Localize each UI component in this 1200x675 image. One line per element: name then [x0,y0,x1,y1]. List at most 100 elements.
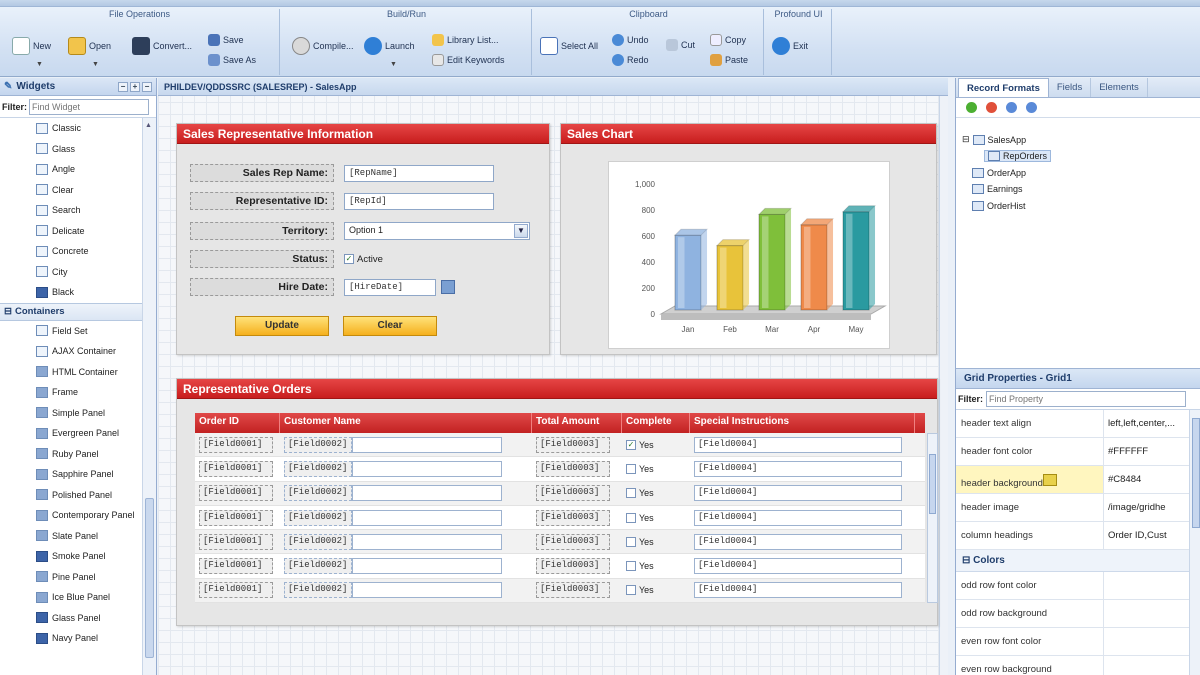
order-id-cell[interactable]: [Field0001] [199,460,273,477]
property-value[interactable]: Order ID,Cust [1108,530,1167,541]
property-row[interactable]: header font color #FFFFFF [956,438,1200,466]
properties-scrollbar[interactable] [1189,410,1200,675]
library-list-button[interactable]: Library List... [432,34,499,46]
property-search-input[interactable] [986,391,1187,407]
design-canvas[interactable]: PHILDEV/QDDSSRC (SALESREP) - SalesApp Sa… [158,78,948,675]
widget-item[interactable]: HTML Container [0,362,142,383]
grid-scrollbar[interactable] [927,433,938,603]
orders-grid[interactable]: Order ID Customer Name Total Amount Comp… [195,413,938,604]
tree-node-salesapp[interactable]: ⊟ SalesApp [962,134,1026,145]
checkbox-icon[interactable] [626,561,636,572]
table-row[interactable]: [Field0001] [Field0002] [Field0003] Yes [Fie… [195,554,925,579]
customer-name-cell[interactable]: [Field0002] [284,460,352,477]
property-value[interactable] [1104,572,1186,599]
rep-id-input[interactable]: [RepId] [344,192,494,210]
select-all-button[interactable]: Select All [540,37,598,55]
property-value[interactable]: /image/gridhe [1108,502,1166,513]
checkbox-icon[interactable] [626,585,636,596]
cut-button[interactable]: Cut [666,39,695,51]
order-id-cell[interactable]: [Field0001] [199,485,273,502]
calendar-icon[interactable] [441,280,455,294]
widget-item[interactable]: Search [0,200,142,221]
collapse-icon[interactable]: ⊟ [962,134,970,145]
widget-item[interactable]: Contemporary Panel [0,505,142,526]
copy-button[interactable]: Copy [710,34,746,46]
order-id-cell[interactable]: [Field0001] [199,533,273,550]
widget-item[interactable]: Angle [0,159,142,180]
customer-name-field[interactable] [352,533,502,550]
tab-record-formats[interactable]: Record Formats [958,78,1049,97]
checkbox-icon[interactable] [626,536,636,547]
move-down-icon[interactable] [1026,102,1037,113]
widget-item[interactable]: Glass Panel [0,608,142,629]
sales-chart-panel[interactable]: Sales Chart 0 200 400 600 800 1,000 Jan Feb Mar A… [560,123,937,355]
add-icon[interactable] [966,102,977,113]
total-amount-cell[interactable]: [Field0003] [536,582,610,599]
scrollbar-thumb[interactable] [145,498,154,658]
collapse-icon[interactable]: ⊟ [962,555,973,566]
sales-rep-info-panel[interactable]: Sales Representative Information Sales R… [176,123,550,355]
property-row[interactable]: odd row font color [956,572,1200,600]
total-amount-cell[interactable]: [Field0003] [536,485,610,502]
customer-name-cell[interactable]: [Field0002] [284,533,352,550]
widget-item[interactable]: Ruby Panel [0,444,142,465]
special-instructions-cell[interactable]: [Field0004] [694,509,902,526]
order-id-cell[interactable]: [Field0001] [199,509,273,526]
property-value[interactable]: #C8484 [1108,474,1141,485]
property-value[interactable] [1104,656,1186,675]
property-value[interactable] [1104,600,1186,627]
hire-date-input[interactable]: [HireDate] [344,278,436,296]
convert-button[interactable]: Convert... [132,37,192,55]
table-row[interactable]: [Field0001] [Field0002] [Field0003] ✓ Yes [Fi… [195,433,925,458]
widget-item[interactable]: City [0,262,142,283]
checkbox-icon[interactable] [626,488,636,499]
chevron-down-icon[interactable]: ▼ [390,61,397,68]
chevron-down-icon[interactable]: ▼ [36,61,43,68]
property-value[interactable]: #FFFFFF [1108,446,1148,457]
territory-select[interactable]: Option 1 ▼ [344,222,530,240]
widget-item[interactable]: Classic [0,118,142,139]
widget-item[interactable]: Pine Panel [0,567,142,588]
collapse-icon[interactable]: ⊟ [4,306,12,317]
total-amount-cell[interactable]: [Field0003] [536,533,610,550]
table-row[interactable]: [Field0001] [Field0002] [Field0003] Yes [Fie… [195,481,925,506]
special-instructions-cell[interactable]: [Field0004] [694,460,902,477]
special-instructions-cell[interactable]: [Field0004] [694,582,902,599]
property-value[interactable]: left,left,center,... [1108,418,1175,429]
total-amount-cell[interactable]: [Field0003] [536,436,610,453]
color-picker-icon[interactable] [1042,474,1057,486]
customer-name-field[interactable] [352,582,502,599]
move-up-icon[interactable] [1006,102,1017,113]
clear-button[interactable]: Clear [343,316,437,336]
widget-item[interactable]: Black [0,282,142,303]
property-row[interactable]: even row background [956,656,1200,675]
checkbox-icon[interactable]: ✓ [344,254,354,264]
widget-item[interactable]: AJAX Container [0,341,142,362]
property-row[interactable]: column headings Order ID,Cust [956,522,1200,550]
order-id-cell[interactable]: [Field0001] [199,582,273,599]
tab-fields[interactable]: Fields [1049,78,1092,97]
widget-section-containers[interactable]: ⊟ Containers [0,302,142,321]
widget-item[interactable]: Navy Panel [0,628,142,649]
undo-button[interactable]: Undo [612,34,649,46]
column-header-order-id[interactable]: Order ID [195,413,280,433]
total-amount-cell[interactable]: [Field0003] [536,509,610,526]
column-header-total-amount[interactable]: Total Amount [532,413,622,433]
checkbox-icon[interactable]: ✓ [626,439,636,450]
widget-item[interactable]: Simple Panel [0,403,142,424]
widget-item[interactable]: Concrete [0,241,142,262]
table-row[interactable]: [Field0001] [Field0002] [Field0003] Yes [Fie… [195,505,925,531]
save-button[interactable]: Save [208,34,244,46]
redo-button[interactable]: Redo [612,54,649,66]
scrollbar-thumb[interactable] [1192,418,1200,528]
widget-item[interactable]: Glass [0,139,142,160]
widget-list-scrollbar[interactable]: ▲ [142,118,156,675]
widget-item[interactable]: Delicate [0,221,142,242]
total-amount-cell[interactable]: [Field0003] [536,460,610,477]
property-row[interactable]: even row font color [956,628,1200,656]
status-checkbox[interactable]: ✓ Active [344,254,383,265]
property-row[interactable]: header background #C8484 [956,466,1200,494]
customer-name-field[interactable] [352,460,502,477]
customer-name-field[interactable] [352,485,502,502]
collapse-icon[interactable]: − [118,81,128,92]
